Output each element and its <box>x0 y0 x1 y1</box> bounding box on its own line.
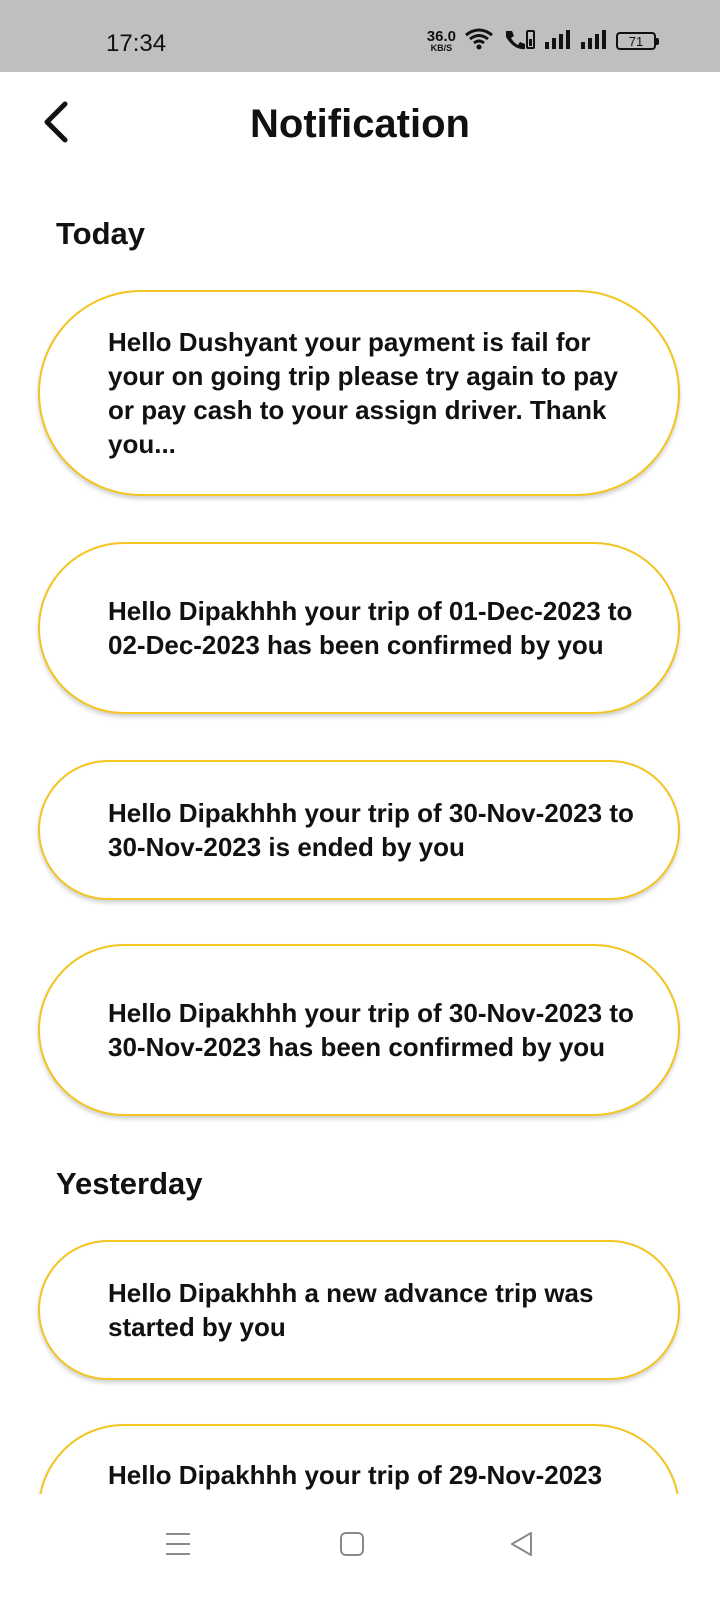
home-square-icon <box>338 1530 366 1563</box>
status-icons: 36.0 KB/S 71 <box>427 26 659 56</box>
battery-indicator: 71 <box>616 32 659 50</box>
wifi-icon <box>464 27 494 56</box>
section-heading-yesterday: Yesterday <box>56 1166 203 1201</box>
notification-text: Hello Dipakhhh a new advance trip was st… <box>108 1278 594 1342</box>
system-back-button[interactable] <box>500 1524 544 1568</box>
menu-icon <box>164 1531 192 1562</box>
notification-text: Hello Dipakhhh your trip of 30-Nov-2023 … <box>108 998 634 1062</box>
network-speed-value: 36.0 <box>426 28 456 45</box>
recent-apps-button[interactable] <box>156 1524 200 1568</box>
notification-card[interactable]: Hello Dipakhhh your trip of 30-Nov-2023 … <box>38 944 680 1116</box>
signal-strength-icon-1 <box>544 28 572 55</box>
notification-card[interactable]: Hello Dushyant your payment is fail for … <box>38 290 680 496</box>
status-bar: 17:34 36.0 KB/S 71 <box>0 0 720 72</box>
notification-card[interactable]: Hello Dipakhhh your trip of 29-Nov-2023 <box>38 1424 680 1494</box>
status-time: 17:34 <box>106 30 167 57</box>
notification-text: Hello Dipakhhh your trip of 01-Dec-2023 … <box>108 596 633 660</box>
notification-text: Hello Dushyant your payment is fail for … <box>108 327 618 459</box>
signal-strength-icon-2 <box>580 28 608 55</box>
back-triangle-icon <box>508 1530 536 1563</box>
notification-card[interactable]: Hello Dipakhhh a new advance trip was st… <box>38 1240 680 1380</box>
notification-list[interactable]: Today Hello Dushyant your payment is fai… <box>0 188 720 1494</box>
network-speed: 36.0 KB/S <box>427 29 456 53</box>
network-speed-unit: KB/S <box>430 43 453 53</box>
home-button[interactable] <box>330 1524 374 1568</box>
volte-call-icon <box>502 27 536 56</box>
notification-card[interactable]: Hello Dipakhhh your trip of 30-Nov-2023 … <box>38 760 680 900</box>
notification-text: Hello Dipakhhh your trip of 30-Nov-2023 … <box>108 798 634 862</box>
system-nav-bar <box>0 1494 720 1600</box>
notification-text: Hello Dipakhhh your trip of 29-Nov-2023 <box>108 1460 603 1490</box>
notification-card[interactable]: Hello Dipakhhh your trip of 01-Dec-2023 … <box>38 542 680 714</box>
section-heading-today: Today <box>56 216 145 251</box>
page-title: Notification <box>250 102 470 146</box>
app-header: Notification <box>0 72 720 188</box>
